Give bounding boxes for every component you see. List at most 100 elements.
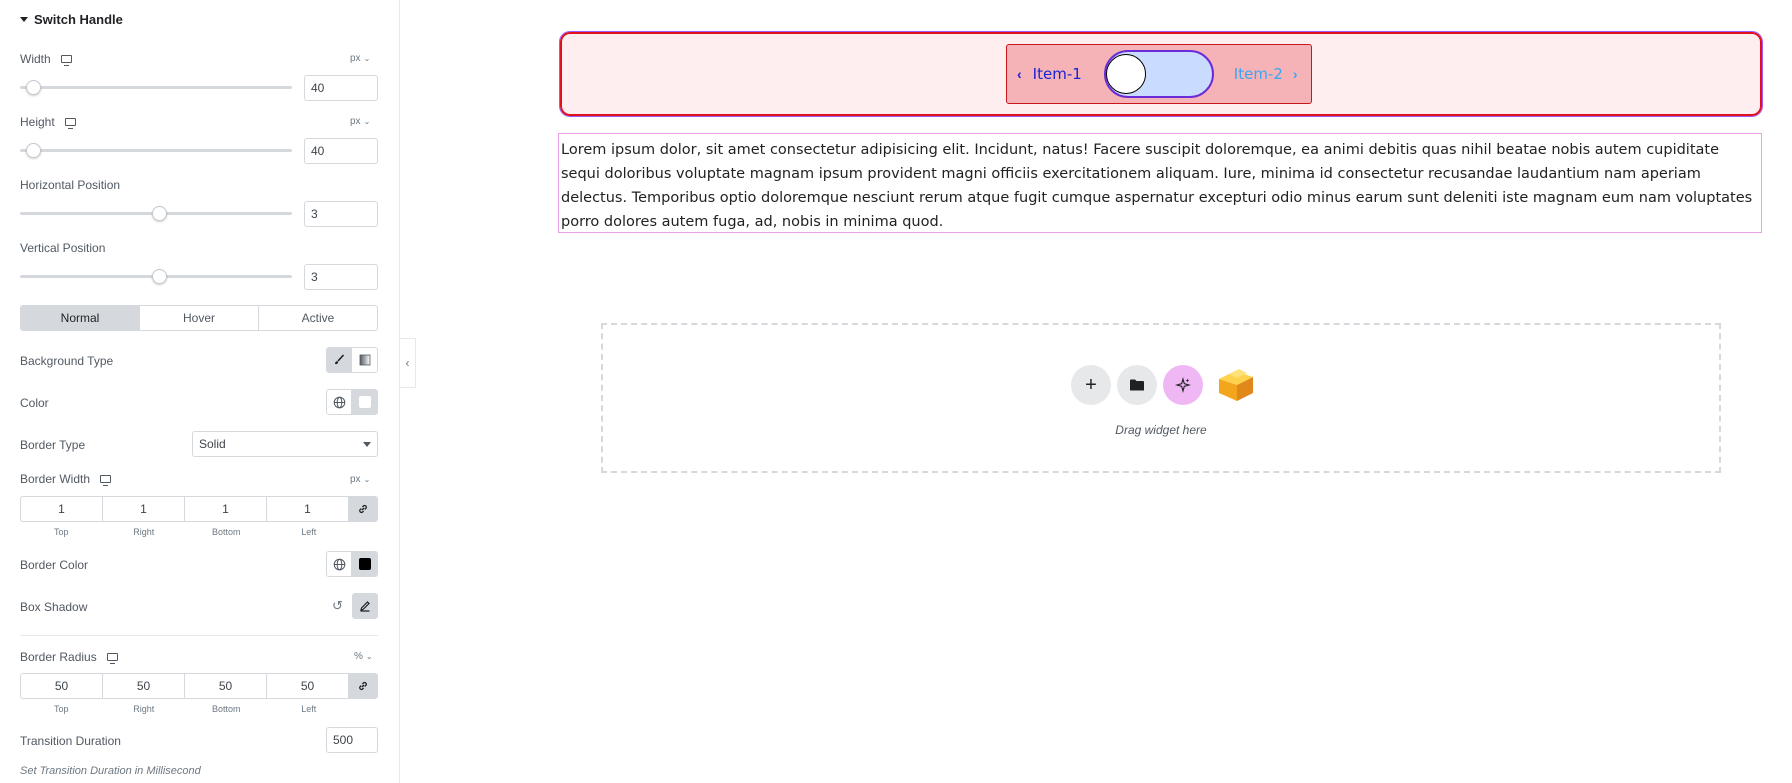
border-width-right-input[interactable]: 1 [103,497,185,521]
border-radius-top-input[interactable]: 50 [21,674,103,698]
tab-hover[interactable]: Hover [140,306,259,330]
global-colors-button[interactable] [327,390,352,414]
side-label-bottom: Bottom [211,704,241,714]
switch-item-2-label[interactable]: Item-2 [1234,65,1283,83]
ai-generate-button[interactable] [1163,365,1203,405]
slider-thumb[interactable] [26,143,41,158]
chevron-down-icon: ⌄ [363,117,371,126]
slider-thumb[interactable] [26,80,41,95]
side-label-left: Left [301,527,317,537]
border-type-value: Solid [199,437,226,451]
transition-duration-note: Set Transition Duration in Millisecond [20,765,201,777]
responsive-monitor-icon[interactable] [64,118,76,129]
width-slider[interactable] [20,80,292,95]
switch-toggle[interactable] [1103,50,1214,98]
tab-active[interactable]: Active [259,306,377,330]
border-width-bottom-input[interactable]: 1 [185,497,267,521]
box-shadow-edit-group [352,593,378,619]
caret-down-icon [363,441,371,447]
vertical-position-input[interactable]: 3 [304,264,378,290]
color-label: Color [20,396,49,410]
width-input[interactable]: 40 [304,75,378,101]
border-radius-unit-select[interactable]: % ⌄ [354,651,373,662]
height-label-row: Height [20,115,76,129]
color-swatch [358,558,371,570]
border-radius-left-input[interactable]: 50 [267,674,349,698]
link-values-button[interactable] [349,497,377,521]
side-label-bottom: Bottom [211,527,241,537]
chevron-right-icon: › [1292,66,1298,82]
height-unit-select[interactable]: px ⌄ [350,116,370,127]
color-swatch-button[interactable] [352,390,377,414]
divider [20,635,378,636]
slider-track [20,86,292,89]
side-label-right: Right [133,704,155,714]
brush-icon [335,354,345,365]
border-radius-bottom-input[interactable]: 50 [185,674,267,698]
text-editor-widget[interactable]: Lorem ipsum dolor, sit amet consectetur … [558,133,1762,233]
globe-icon [333,558,345,570]
responsive-monitor-icon[interactable] [106,653,118,664]
switch-item-1-label[interactable]: Item-1 [1033,65,1082,83]
responsive-monitor-icon[interactable] [60,55,72,66]
chevron-down-icon: ⌄ [363,475,371,484]
slider-thumb[interactable] [152,269,167,284]
border-width-left-input[interactable]: 1 [267,497,349,521]
width-unit-select[interactable]: px ⌄ [350,53,370,64]
background-type-group [326,347,378,373]
add-section-button[interactable]: + [1071,365,1111,405]
border-width-label-row: Border Width [20,472,112,486]
border-width-label: Border Width [20,472,91,486]
border-type-select[interactable]: Solid [192,431,378,457]
side-label-top: Top [53,527,69,537]
border-color-label: Border Color [20,558,89,572]
border-width-top-input[interactable]: 1 [21,497,103,521]
link-values-button[interactable] [349,674,377,698]
background-type-label: Background Type [20,354,114,368]
side-label-top: Top [53,704,69,714]
border-radius-right-input[interactable]: 50 [103,674,185,698]
height-label: Height [20,115,55,129]
collapse-panel-button[interactable]: ‹ [400,338,416,388]
reset-icon[interactable]: ↺ [332,598,343,614]
gradient-button[interactable] [352,348,377,372]
transition-duration-label: Transition Duration [20,734,121,748]
width-label-row: Width [20,52,72,66]
transition-duration-input[interactable]: 500 [326,727,378,753]
empty-section-drop-zone[interactable]: + Drag widget here [601,323,1721,473]
border-width-side-labels: Top Right Bottom Left [20,527,350,537]
section-title: Switch Handle [34,12,123,27]
tab-normal[interactable]: Normal [21,306,140,330]
side-label-right: Right [133,527,155,537]
global-colors-button[interactable] [327,552,352,576]
border-radius-side-labels: Top Right Bottom Left [20,704,350,714]
pencil-icon [360,601,370,612]
border-radius-label: Border Radius [20,650,97,664]
horizontal-position-input[interactable]: 3 [304,201,378,227]
edit-box-shadow-button[interactable] [353,594,377,618]
slider-thumb[interactable] [152,206,167,221]
vertical-position-slider[interactable] [20,269,292,284]
border-width-unit-select[interactable]: px ⌄ [350,474,370,485]
folder-icon [1130,379,1144,391]
switch-handle[interactable] [1105,54,1146,94]
border-width-dimensions: 1 1 1 1 [20,496,378,522]
border-color-swatch-button[interactable] [352,552,377,576]
height-unit: px [350,116,361,127]
horizontal-position-slider[interactable] [20,206,292,221]
settings-panel: Switch Handle Width px ⌄ 40 Height px ⌄ 40… [0,0,400,783]
add-template-button[interactable] [1117,365,1157,405]
link-icon [359,504,367,514]
classic-brush-button[interactable] [327,348,352,372]
section-toggle-switch-handle[interactable]: Switch Handle [20,12,123,27]
drag-widget-hint: Drag widget here [1115,423,1207,437]
height-slider[interactable] [20,143,292,158]
link-icon [359,681,367,691]
addon-cube-icon[interactable] [1213,365,1257,405]
responsive-monitor-icon[interactable] [100,475,112,486]
globe-icon [333,396,345,408]
chevron-left-icon: ‹ [1017,66,1022,82]
height-input[interactable]: 40 [304,138,378,164]
width-label: Width [20,52,51,66]
drop-zone-actions: + [1071,365,1257,405]
